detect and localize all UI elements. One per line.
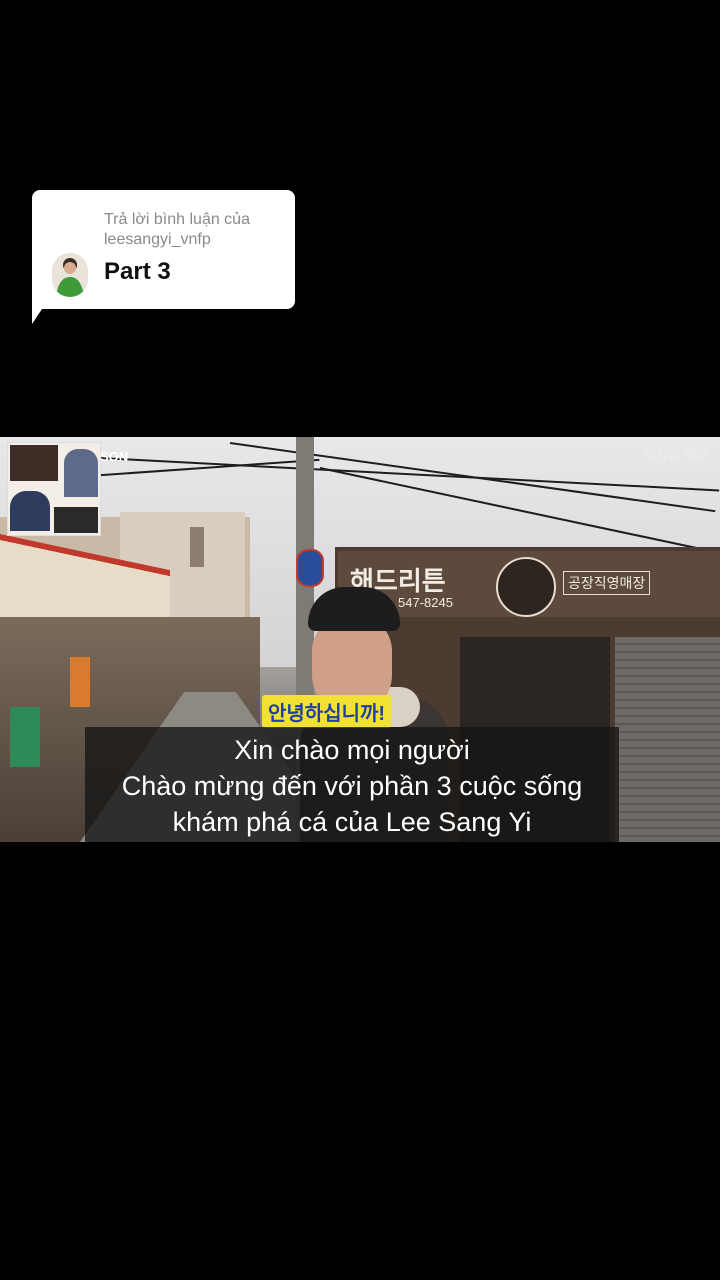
channel-mark: SON [100,449,129,464]
collage-photo [10,491,50,531]
video-stall-sign [10,707,40,767]
subtitle-line: Xin chào mọi người [234,735,470,765]
subtitle-box: Xin chào mọi người Chào mừng đến với phầ… [85,727,619,842]
video-player[interactable]: 해드리튼 547-8245 공장직영매장 안녕하십니까! SON 이상이 배우 … [0,437,720,842]
person-hat [308,587,400,631]
watermark-line: 이상이 배우 [644,448,708,463]
korean-caption: 안녕하십니까! [262,695,392,728]
thumbnail-collage [7,442,101,536]
collage-photo [54,507,98,533]
subtitle-line: khám phá cá của Lee Sang Yi [172,807,532,837]
video-building-sign [190,527,204,567]
collage-photo [64,449,98,497]
collage-photo [10,445,58,481]
reply-comment-bubble[interactable]: Trả lời bình luận của leesangyi_vnfp Par… [32,190,295,309]
video-stall-sign [70,657,90,707]
watermark: 이상이 배우 [645,449,708,463]
subtitle-line: Chào mừng đến với phần 3 cuộc sống [121,771,583,801]
reply-header: Trả lời bình luận của leesangyi_vnfp [104,211,250,248]
video-road-sign [296,549,324,587]
avatar[interactable] [52,253,88,297]
store-subtitle: 공장직영매장 [563,571,651,595]
video-shutter [615,637,720,842]
shoe-badge-icon [496,557,556,617]
reply-text: Part 3 [104,258,171,285]
bubble-tail [32,300,48,324]
